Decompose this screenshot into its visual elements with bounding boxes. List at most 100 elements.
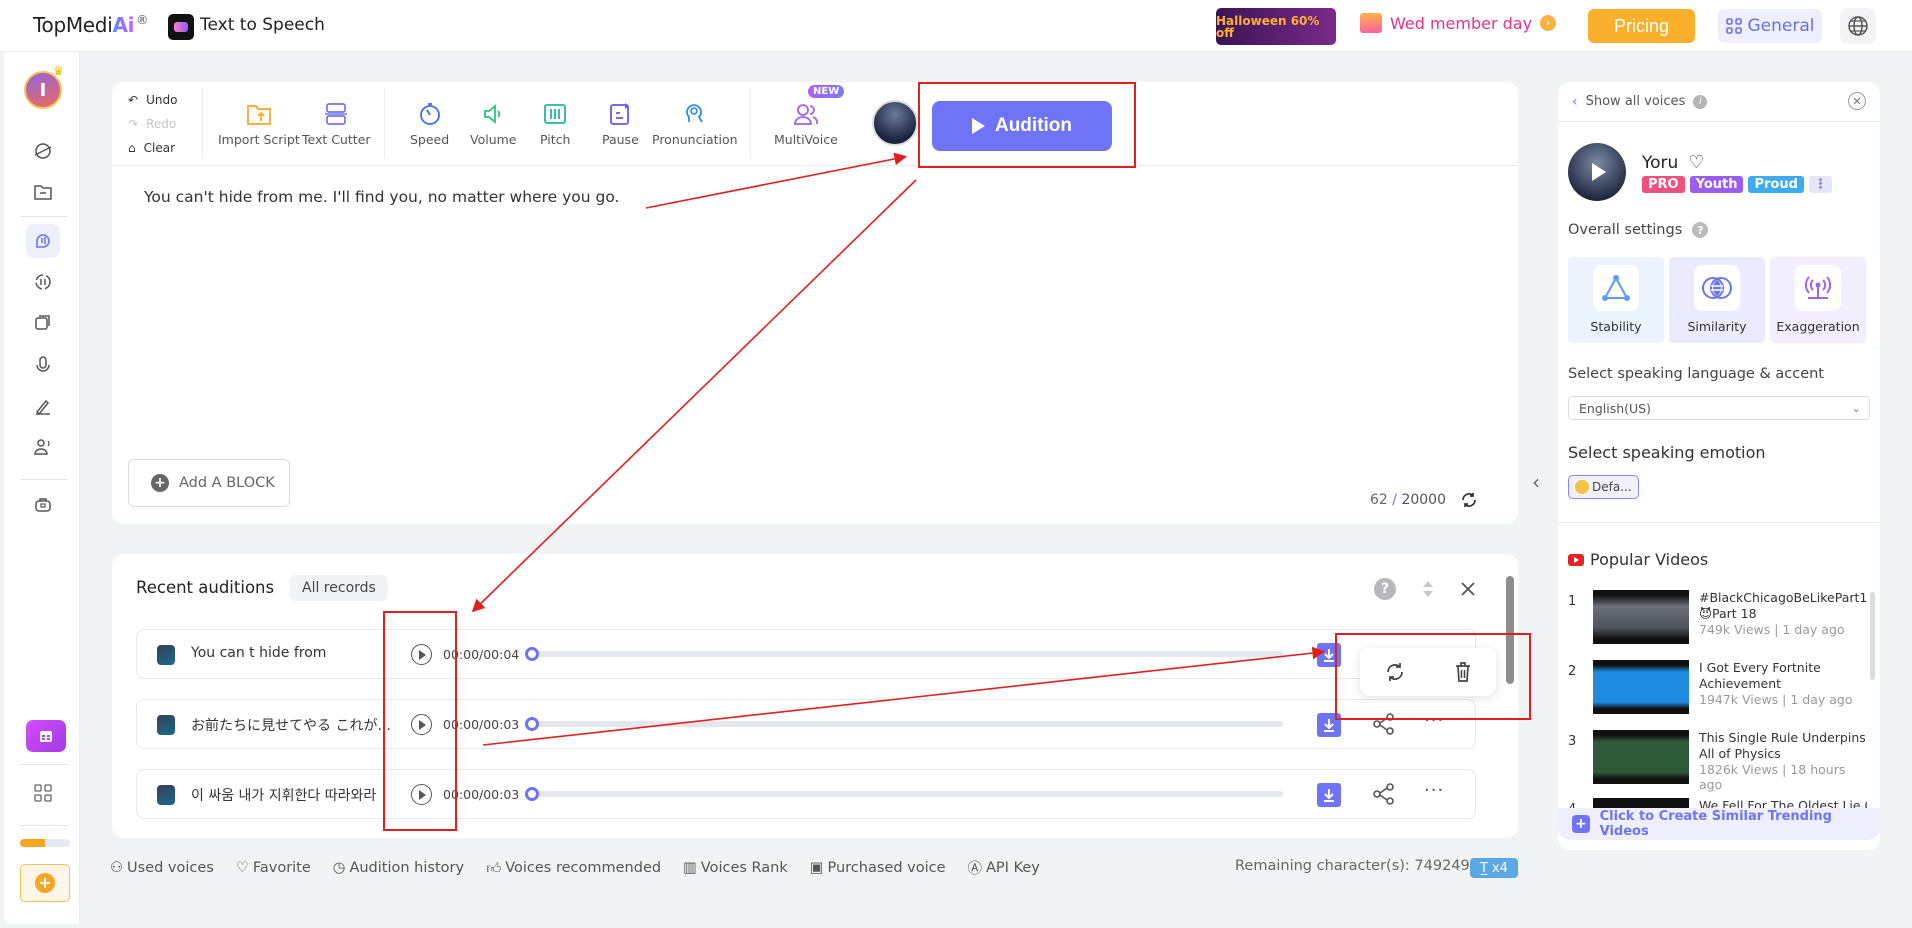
video-meta: 749k Views | 1 day ago: [1699, 622, 1845, 637]
volume-button[interactable]: Volume: [470, 100, 517, 147]
voices-recommended-link[interactable]: 👍︎ Voices recommended: [486, 859, 661, 877]
stability-setting[interactable]: Stability: [1568, 257, 1664, 343]
character-multiplier-badge[interactable]: T̲ x4: [1470, 858, 1518, 878]
video-item[interactable]: 3 This Single Rule Underpins All of Physi…: [1568, 730, 1868, 792]
play-button[interactable]: [411, 784, 432, 805]
api-key-link[interactable]: Ⓐ API Key: [968, 857, 1040, 878]
pitch-label: Pitch: [540, 132, 571, 147]
audio-progress-knob[interactable]: [525, 787, 539, 801]
purchased-voice-link[interactable]: ▣ Purchased voice: [810, 860, 946, 876]
videos-scrollbar[interactable]: [1870, 592, 1875, 680]
selected-voice-avatar[interactable]: [872, 100, 918, 146]
audio-progress-knob[interactable]: [525, 647, 539, 661]
folder-icon: [34, 185, 52, 200]
play-button[interactable]: [411, 644, 432, 665]
download-button[interactable]: [1317, 713, 1341, 737]
video-item[interactable]: 2 I Got Every Fortnite Achievement 1947k …: [1568, 660, 1868, 720]
all-records-button[interactable]: All records: [290, 575, 388, 601]
member-day-link[interactable]: Wed member day ›: [1360, 13, 1557, 33]
more-tags-icon[interactable]: ⋮: [1808, 176, 1832, 193]
share-button[interactable]: [1373, 783, 1395, 809]
video-item[interactable]: 4 We Fell For The Oldest Lie On: [1568, 798, 1868, 808]
heart-icon[interactable]: ♡: [1688, 152, 1704, 173]
favorite-link[interactable]: ♡ Favorite: [236, 860, 311, 876]
sidebar-item-folder[interactable]: [26, 175, 60, 209]
more-options-icon[interactable]: ···: [1424, 780, 1444, 801]
download-button[interactable]: [1317, 643, 1341, 667]
speed-button[interactable]: Speed: [410, 100, 449, 147]
redo-button[interactable]: ↷ Redo: [128, 114, 177, 134]
video-title: I Got Every Fortnite Achievement: [1699, 660, 1821, 691]
sidebar-item-speaker[interactable]: [26, 430, 60, 464]
audio-progress-track[interactable]: [527, 791, 1283, 797]
pitch-button[interactable]: Pitch: [540, 100, 570, 147]
text-cutter-button[interactable]: Text Cutter: [302, 100, 371, 147]
voice-preview-avatar[interactable]: [1568, 143, 1626, 201]
info-icon[interactable]: i: [1693, 94, 1708, 109]
language-globe-button[interactable]: [1840, 8, 1876, 44]
language-accent-select[interactable]: English(US) ⌄: [1568, 396, 1870, 420]
sidebar-item-audio-library[interactable]: [26, 306, 60, 340]
toolbar-divider: [750, 88, 751, 158]
video-item[interactable]: 1 #BlackChicagoBeLikePart119 😈Part 18 749…: [1568, 590, 1868, 650]
show-all-voices-header[interactable]: ‹ Show all voices i: [1558, 82, 1880, 122]
close-circle-icon[interactable]: ✕: [1848, 92, 1866, 110]
audio-progress-track[interactable]: [527, 721, 1283, 727]
sidebar-item-apps[interactable]: [26, 776, 60, 810]
import-script-button[interactable]: Import Script: [218, 100, 300, 147]
speed-icon: [419, 103, 440, 125]
pause-button[interactable]: Pause: [602, 100, 639, 147]
add-credits-button[interactable]: +: [20, 864, 70, 902]
script-text-input[interactable]: You can't hide from me. I'll find you, n…: [144, 188, 619, 206]
arrow-right-icon: ›: [1540, 15, 1557, 31]
sidebar-item-voice-clone[interactable]: [26, 389, 60, 423]
purchased-voice-label: Purchased voice: [827, 859, 946, 876]
multivoice-button[interactable]: MultiVoice: [774, 100, 838, 147]
trash-icon[interactable]: [1453, 661, 1473, 683]
voices-rank-link[interactable]: ▥ Voices Rank: [683, 860, 788, 876]
regenerate-icon[interactable]: [1384, 661, 1406, 683]
tts-app-icon: [168, 14, 194, 40]
video-title: We Fell For The Oldest Lie On: [1699, 798, 1867, 808]
sidebar-divider: [20, 764, 68, 765]
audition-button[interactable]: Audition: [932, 101, 1112, 151]
halloween-promo-banner[interactable]: Halloween 60% off: [1216, 8, 1336, 45]
plus-square-icon: +: [1572, 815, 1590, 833]
audio-progress-track[interactable]: [527, 651, 1283, 657]
emotion-select[interactable]: Defa...: [1568, 475, 1639, 499]
video-thumbnail: [1593, 730, 1689, 784]
undo-button[interactable]: ↶ Undo: [128, 90, 177, 110]
overlap-circles-icon: [1702, 277, 1732, 299]
close-icon[interactable]: [1460, 581, 1476, 597]
daily-checkin-button[interactable]: [26, 720, 66, 752]
recent-scrollbar[interactable]: [1506, 576, 1514, 684]
audio-progress-knob[interactable]: [525, 717, 539, 731]
help-icon[interactable]: ?: [1374, 578, 1396, 600]
create-trending-videos-button[interactable]: + Click to Create Similar Trending Videos: [1558, 808, 1880, 840]
sidebar-item-microphone[interactable]: [26, 348, 60, 382]
sidebar-item-toolbox[interactable]: [26, 488, 60, 522]
exaggeration-setting[interactable]: Exaggeration: [1770, 257, 1866, 343]
video-meta: 1947k Views | 1 day ago: [1699, 692, 1853, 707]
play-button[interactable]: [411, 714, 432, 735]
refresh-icon[interactable]: [1460, 491, 1478, 509]
more-options-icon[interactable]: ···: [1424, 710, 1444, 731]
sidebar-item-explore[interactable]: [26, 134, 60, 168]
expand-collapse-icon[interactable]: [1422, 580, 1434, 598]
brand-logo[interactable]: TopMediAi ®: [33, 13, 148, 37]
used-voices-link[interactable]: ⚇ Used voices: [110, 860, 214, 876]
sidebar-item-voice-changer[interactable]: [26, 265, 60, 299]
share-button[interactable]: [1373, 713, 1395, 739]
pronunciation-button[interactable]: Pronunciation: [652, 100, 738, 147]
general-button[interactable]: General: [1718, 9, 1822, 43]
clear-button[interactable]: ⌂ Clear: [128, 138, 177, 158]
download-button[interactable]: [1317, 783, 1341, 807]
collapse-panel-chevron-icon[interactable]: ‹: [1532, 470, 1540, 494]
audition-history-link[interactable]: ◷ Audition history: [333, 860, 464, 876]
help-icon[interactable]: ?: [1692, 222, 1709, 238]
sidebar-item-text-to-speech[interactable]: [26, 224, 60, 258]
add-block-button[interactable]: + Add A BLOCK: [128, 459, 290, 507]
pricing-button[interactable]: Pricing: [1588, 9, 1695, 43]
video-thumbnail: [1593, 798, 1689, 808]
similarity-setting[interactable]: Similarity: [1669, 257, 1765, 343]
